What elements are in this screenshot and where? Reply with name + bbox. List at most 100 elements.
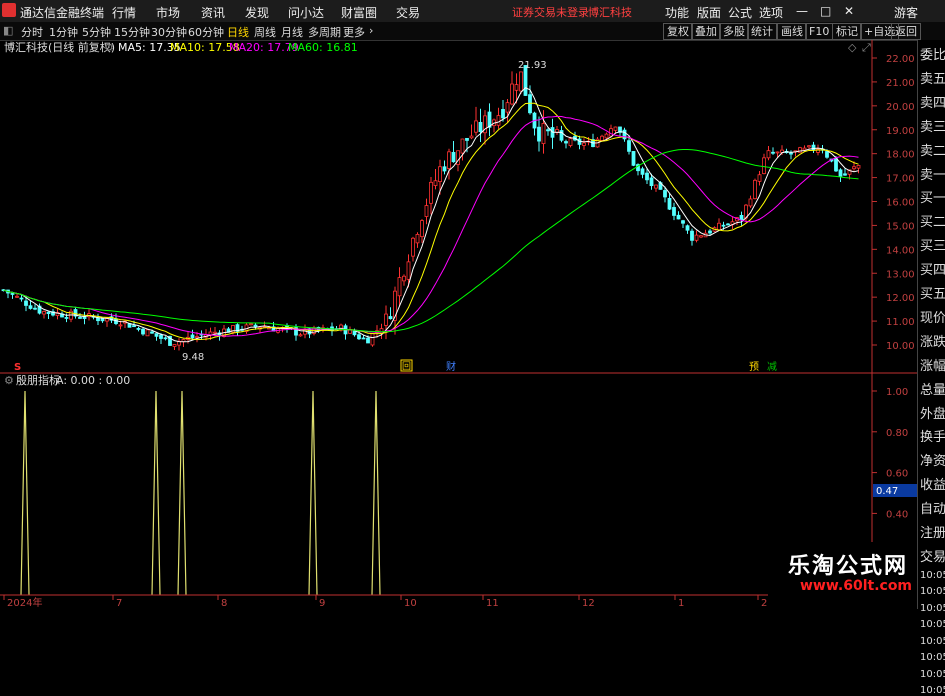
candle-body (541, 123, 546, 145)
login-alert[interactable]: 证券交易未登录 (512, 4, 589, 20)
watermark-url: www.60lt.com (800, 578, 913, 594)
quote-field-label: 10:05 (920, 635, 945, 647)
candle-body (474, 120, 478, 133)
chart-area[interactable]: 博汇科技(日线 前复权) ⚙ MA5: 17.35 MA10: 17.58 MA… (0, 40, 917, 609)
x-tick-label: 12 (582, 598, 595, 609)
tab-multi-period[interactable]: 多周期 (308, 24, 341, 40)
candle-body (676, 214, 681, 220)
candle-body (42, 311, 46, 315)
candle-body (838, 169, 843, 177)
candle-body (10, 293, 15, 295)
menu-discover[interactable]: 发现 (245, 4, 269, 21)
menu-wealth[interactable]: 财富圈 (341, 4, 377, 21)
candle-body (622, 129, 627, 140)
tab-5min[interactable]: 5分钟 (82, 24, 111, 40)
tab-60min[interactable]: 60分钟 (188, 24, 224, 40)
candle-body (397, 277, 402, 297)
ind-tick-label: 0.40 (886, 509, 908, 520)
quote-field-label: 买三 (920, 239, 945, 255)
indicator-spike (151, 390, 161, 596)
candle-body (717, 222, 721, 231)
overlay-button[interactable]: 叠加 (691, 23, 721, 40)
f10-button[interactable]: F10 (805, 23, 834, 40)
marker-cai[interactable]: 财 (446, 360, 456, 373)
collapse-icon[interactable]: ◇ (848, 41, 857, 54)
minimize-button[interactable]: — (796, 4, 808, 18)
candle-body (856, 165, 861, 169)
marker-jian[interactable]: 减 (767, 361, 777, 373)
menu-options[interactable]: 选项 (759, 4, 783, 21)
y-tick-label: 17.00 (886, 174, 915, 185)
quote-field-label: 涨幅 (920, 358, 945, 374)
ind-tick-label: 0.80 (886, 428, 908, 439)
tab-15min[interactable]: 15分钟 (114, 24, 150, 40)
x-tick-label: 1 (678, 598, 684, 609)
settings-gear-icon[interactable]: ⚙ (104, 41, 114, 54)
menu-ask[interactable]: 问小达 (288, 4, 324, 21)
y-tick-label: 19.00 (886, 126, 915, 137)
candle-body (546, 129, 550, 132)
menu-layout[interactable]: 版面 (697, 4, 721, 21)
menu-market[interactable]: 市场 (156, 4, 180, 21)
quote-field-label: 外盘 (920, 406, 945, 422)
candle-body (654, 184, 658, 189)
candle-body (46, 311, 51, 314)
panel-toggle-icon[interactable]: ◧ (3, 24, 13, 37)
adjust-button[interactable]: 复权 (663, 23, 693, 40)
menu-news[interactable]: 资讯 (201, 4, 225, 21)
tab-intraday[interactable]: 分时 (21, 24, 43, 40)
stock-tab[interactable]: 博汇科技 (588, 4, 632, 20)
guest-user[interactable]: 游客 (894, 4, 918, 21)
y-tick-label: 21.00 (886, 78, 915, 89)
menu-quotes[interactable]: 行情 (112, 4, 136, 21)
candle-body (834, 158, 838, 172)
marker-yu[interactable]: 预 (749, 361, 759, 373)
indicator-gear-icon[interactable]: ⚙ (4, 374, 14, 387)
draw-button[interactable]: 画线 (777, 23, 807, 40)
candle-body (460, 138, 465, 154)
marker-hui[interactable]: 回 (402, 361, 411, 372)
tab-30min[interactable]: 30分钟 (151, 24, 187, 40)
x-tick-label: 10 (404, 598, 417, 609)
menu-function[interactable]: 功能 (665, 4, 689, 21)
candle-body (136, 328, 141, 330)
stock-name-label: 博汇科技(日线 前复权) (4, 40, 115, 54)
tab-daily[interactable]: 日线 (227, 24, 249, 40)
candle-body (748, 198, 753, 207)
chevron-right-icon[interactable]: › (369, 24, 373, 37)
quote-field-label: 买二 (920, 215, 945, 231)
x-tick-label: 11 (486, 598, 499, 609)
maximize-button[interactable]: □ (820, 4, 831, 18)
candle-body (843, 173, 847, 176)
quote-field-label: 收益 (920, 478, 945, 494)
back-button[interactable]: 返回 (891, 23, 921, 40)
candle-body (753, 179, 757, 200)
expand-icon[interactable]: ⤢ (862, 41, 871, 54)
multi-stock-button[interactable]: 多股 (719, 23, 749, 40)
tab-more[interactable]: 更多 (343, 24, 365, 40)
candle-body (631, 151, 636, 166)
menu-trade[interactable]: 交易 (396, 4, 420, 21)
menu-formula[interactable]: 公式 (728, 4, 752, 21)
candle-body (555, 129, 559, 133)
quote-field-label: 净资 (920, 454, 945, 470)
candle-body (694, 234, 699, 241)
candle-body (609, 128, 613, 137)
quote-field-label: 换手 (920, 430, 945, 446)
indicator-spike (308, 390, 318, 596)
tab-monthly[interactable]: 月线 (281, 24, 303, 40)
y-tick-label: 22.00 (886, 54, 915, 65)
marker-s[interactable]: S (14, 362, 21, 373)
mark-button[interactable]: 标记 (832, 23, 862, 40)
candle-body (82, 316, 87, 319)
quote-field-label: 10:05 (920, 569, 945, 581)
close-button[interactable]: ✕ (844, 4, 854, 18)
candle-body (190, 334, 195, 339)
quote-field-label: 卖二 (920, 143, 945, 159)
stats-button[interactable]: 统计 (747, 23, 777, 40)
candle-body (568, 138, 573, 146)
tab-1min[interactable]: 1分钟 (49, 24, 78, 40)
candle-body (604, 133, 609, 139)
app-logo-icon (2, 3, 16, 17)
tab-weekly[interactable]: 周线 (254, 24, 276, 40)
